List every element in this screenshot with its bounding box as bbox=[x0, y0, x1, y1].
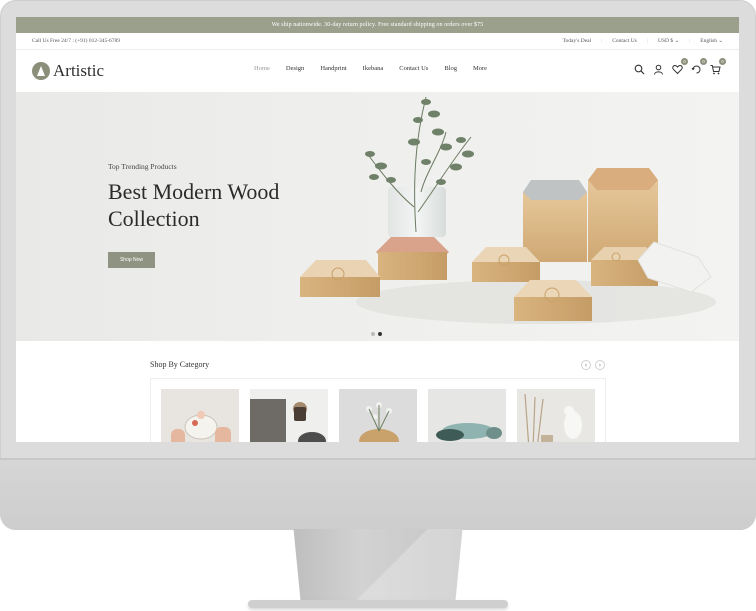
nav-item-handprint[interactable]: Handprint bbox=[320, 65, 346, 72]
category-card[interactable] bbox=[428, 389, 506, 442]
slider-dots bbox=[371, 332, 382, 336]
hero-image bbox=[300, 96, 716, 324]
screen: We ship nationwide. 30-day return policy… bbox=[16, 17, 739, 442]
wishlist-icon[interactable]: 0 bbox=[691, 58, 707, 74]
nav-item-ikebana[interactable]: Ikebana bbox=[363, 65, 384, 72]
nav-item-contact-us[interactable]: Contact Us bbox=[399, 65, 428, 72]
category-cards bbox=[161, 389, 595, 442]
shop-now-button[interactable]: Shop Now bbox=[108, 252, 155, 268]
category-card[interactable] bbox=[517, 389, 595, 442]
info-bar: Call Us Free 24/7 : (+91) 012-345-6789 T… bbox=[16, 33, 739, 50]
slider-dot-active[interactable] bbox=[378, 332, 382, 336]
info-links: Today's Deal | Contact Us | USD $ ⌄ | En… bbox=[563, 38, 723, 44]
divider: | bbox=[601, 38, 603, 44]
nav-item-more[interactable]: More bbox=[473, 65, 487, 72]
category-card[interactable] bbox=[339, 389, 417, 442]
chevron-down-icon: ⌄ bbox=[674, 38, 680, 44]
chevron-down-icon: ⌄ bbox=[718, 38, 723, 44]
language-label: English bbox=[700, 38, 718, 44]
prev-arrow-button[interactable]: ‹ bbox=[581, 360, 591, 370]
wishlist-count-badge: 0 bbox=[700, 58, 707, 65]
hero-slider: Top Trending Products Best Modern Wood C… bbox=[16, 92, 739, 341]
cart-count-badge: 0 bbox=[719, 58, 726, 65]
header-icons: 0 0 0 bbox=[634, 58, 726, 75]
phone-text: Call Us Free 24/7 : (+91) 012-345-6789 bbox=[32, 38, 121, 44]
logo-icon bbox=[32, 62, 50, 80]
category-card[interactable] bbox=[161, 389, 239, 442]
logo[interactable]: Artistic bbox=[32, 61, 104, 81]
announcement-text: We ship nationwide. 30-day return policy… bbox=[271, 22, 484, 28]
contact-us-link[interactable]: Contact Us bbox=[612, 38, 637, 44]
hero-subtitle: Top Trending Products bbox=[108, 162, 177, 171]
compare-count-badge: 0 bbox=[681, 58, 688, 65]
todays-deal-link[interactable]: Today's Deal bbox=[563, 38, 592, 44]
category-section: Shop By Category ‹ › bbox=[16, 341, 739, 442]
currency-label: USD $ bbox=[657, 38, 674, 44]
cart-icon[interactable]: 0 bbox=[710, 58, 726, 75]
monitor-stand-highlight bbox=[293, 529, 463, 601]
compare-icon[interactable]: 0 bbox=[672, 58, 688, 75]
hero-title: Best Modern Wood Collection bbox=[108, 179, 280, 231]
announcement-bar: We ship nationwide. 30-day return policy… bbox=[16, 17, 739, 33]
user-icon[interactable] bbox=[653, 62, 664, 75]
category-title: Shop By Category bbox=[150, 360, 210, 369]
divider: | bbox=[646, 38, 648, 44]
main-nav: Home Design Handprint Ikebana Contact Us… bbox=[254, 65, 487, 72]
divider: | bbox=[689, 38, 691, 44]
monitor-base bbox=[248, 600, 508, 608]
category-card[interactable] bbox=[250, 389, 328, 442]
nav-item-design[interactable]: Design bbox=[286, 65, 304, 72]
search-icon[interactable] bbox=[634, 62, 645, 75]
nav-item-blog[interactable]: Blog bbox=[444, 65, 457, 72]
next-arrow-button[interactable]: › bbox=[595, 360, 605, 370]
nav-item-home[interactable]: Home bbox=[254, 65, 270, 72]
slider-dot[interactable] bbox=[371, 332, 375, 336]
header: Artistic Home Design Handprint Ikebana C… bbox=[16, 50, 739, 92]
currency-select[interactable]: USD $ ⌄ bbox=[658, 38, 679, 44]
category-arrows: ‹ › bbox=[581, 360, 605, 370]
language-select[interactable]: English ⌄ bbox=[700, 38, 723, 44]
logo-text: Artistic bbox=[53, 61, 104, 80]
monitor-chin bbox=[0, 460, 756, 530]
